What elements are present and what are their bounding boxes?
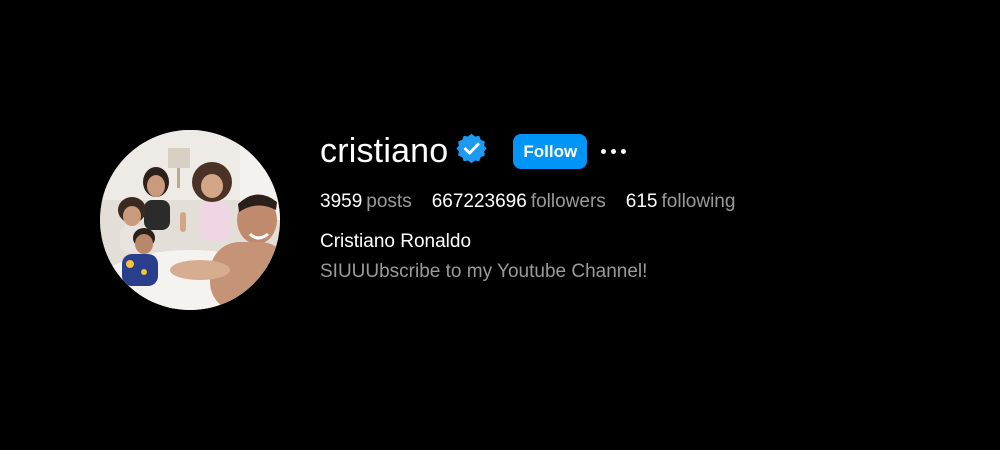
avatar-photo xyxy=(100,130,280,310)
more-dot xyxy=(621,148,627,154)
more-options-icon[interactable] xyxy=(599,136,628,166)
more-dot xyxy=(611,148,617,154)
profile-username: cristiano xyxy=(320,132,449,170)
profile-info: cristiano Follow 3959 posts 667223696 foll… xyxy=(320,128,755,284)
verified-badge-icon xyxy=(456,133,488,163)
profile-bio: SIUUUbscribe to my Youtube Channel! xyxy=(320,261,648,282)
profile-header-row: cristiano Follow xyxy=(320,128,755,174)
follow-button[interactable]: Follow xyxy=(513,133,588,169)
posts-count: 3959 xyxy=(320,191,363,212)
profile-full-name: Cristiano Ronaldo xyxy=(320,231,472,252)
more-dot xyxy=(601,148,607,154)
following-stat[interactable]: 615 following xyxy=(626,190,736,214)
profile-stats: 3959 posts 667223696 followers 615 followin… xyxy=(320,190,755,214)
following-label: following xyxy=(661,191,736,212)
profile-avatar[interactable] xyxy=(100,130,280,310)
followers-stat[interactable]: 667223696 followers xyxy=(432,190,606,214)
following-count: 615 xyxy=(625,191,658,212)
followers-count: 667223696 xyxy=(431,191,527,212)
posts-label: posts xyxy=(366,191,412,212)
followers-label: followers xyxy=(530,191,606,212)
posts-stat[interactable]: 3959 posts xyxy=(320,190,412,214)
